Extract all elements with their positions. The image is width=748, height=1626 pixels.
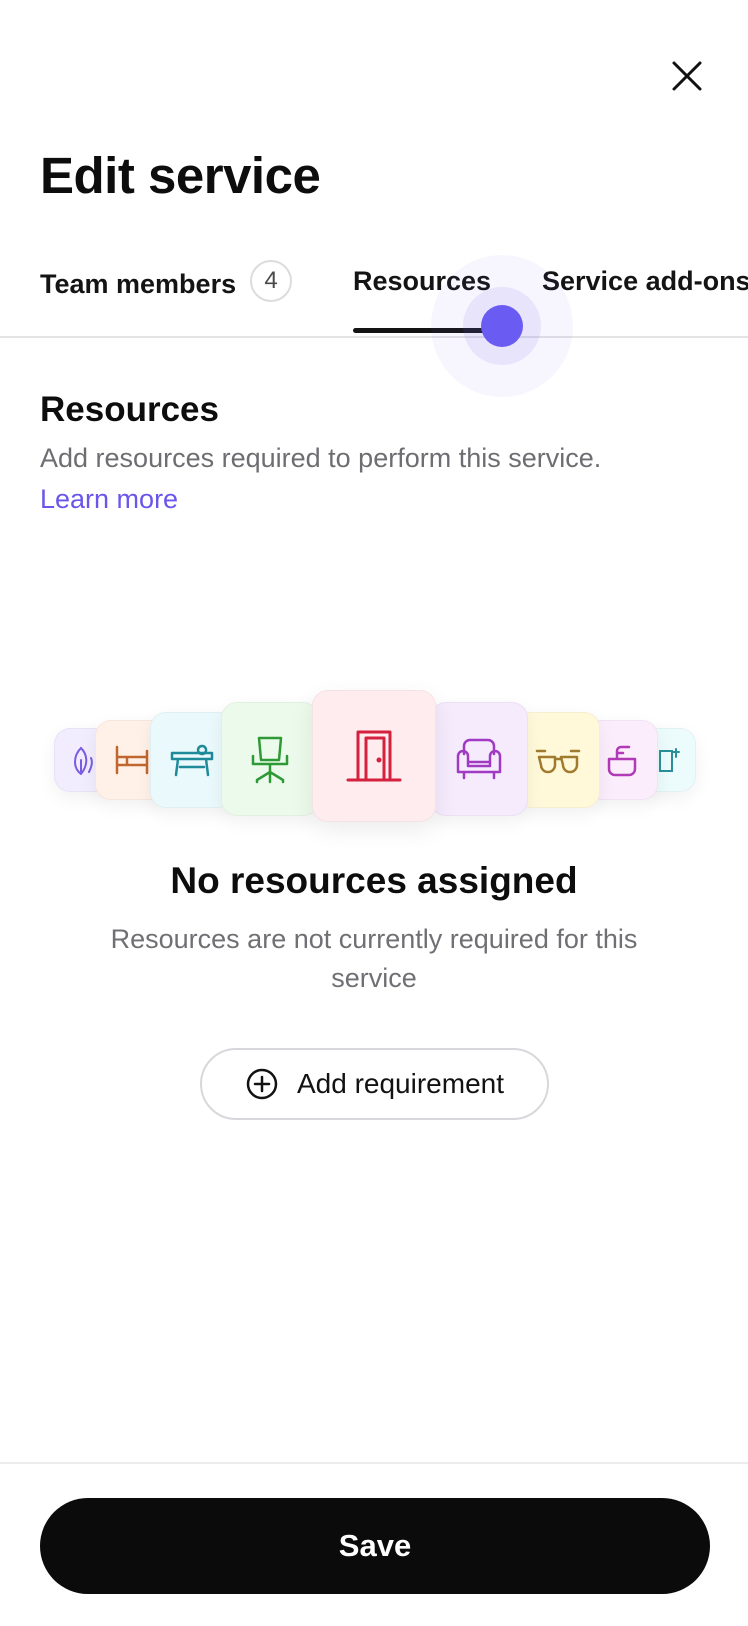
resource-card-armchair — [430, 702, 528, 816]
learn-more-link[interactable]: Learn more — [40, 484, 178, 515]
glasses-icon — [535, 749, 581, 774]
resource-card-door — [312, 690, 436, 822]
plant-icon — [74, 746, 93, 775]
section-title: Resources — [40, 390, 219, 429]
section-description: Add resources required to perform this s… — [40, 443, 602, 473]
door-icon — [346, 730, 402, 782]
resource-illustration — [0, 690, 748, 830]
close-icon — [672, 61, 702, 91]
sink-icon — [607, 745, 637, 777]
touch-indicator-dot — [481, 305, 523, 347]
mirror-icon — [659, 748, 680, 772]
add-requirement-button[interactable]: Add requirement — [200, 1048, 549, 1120]
footer: Save — [0, 1462, 748, 1626]
empty-state-title: No resources assigned — [170, 860, 578, 901]
resource-card-glasses — [516, 712, 600, 808]
page-title: Edit service — [40, 147, 321, 204]
add-requirement-label: Add requirement — [296, 1068, 504, 1099]
tab-label: Team members — [40, 268, 237, 299]
tab-bar: Team members 4 Resources Service add-ons — [0, 258, 748, 338]
save-button[interactable]: Save — [40, 1498, 710, 1594]
plus-circle-icon — [245, 1067, 279, 1101]
tab-count-badge: 4 — [250, 260, 293, 302]
close-button[interactable] — [665, 54, 709, 98]
tab-service-add-ons[interactable]: Service add-ons — [542, 266, 748, 297]
massage-table-icon — [170, 744, 214, 777]
bed-icon — [115, 745, 149, 775]
chair-icon — [251, 736, 289, 784]
armchair-icon — [456, 738, 502, 780]
resource-card-chair — [221, 702, 319, 816]
tab-team-members[interactable]: Team members 4 — [40, 260, 293, 302]
empty-state-description: Resources are not currently required for… — [110, 924, 638, 993]
